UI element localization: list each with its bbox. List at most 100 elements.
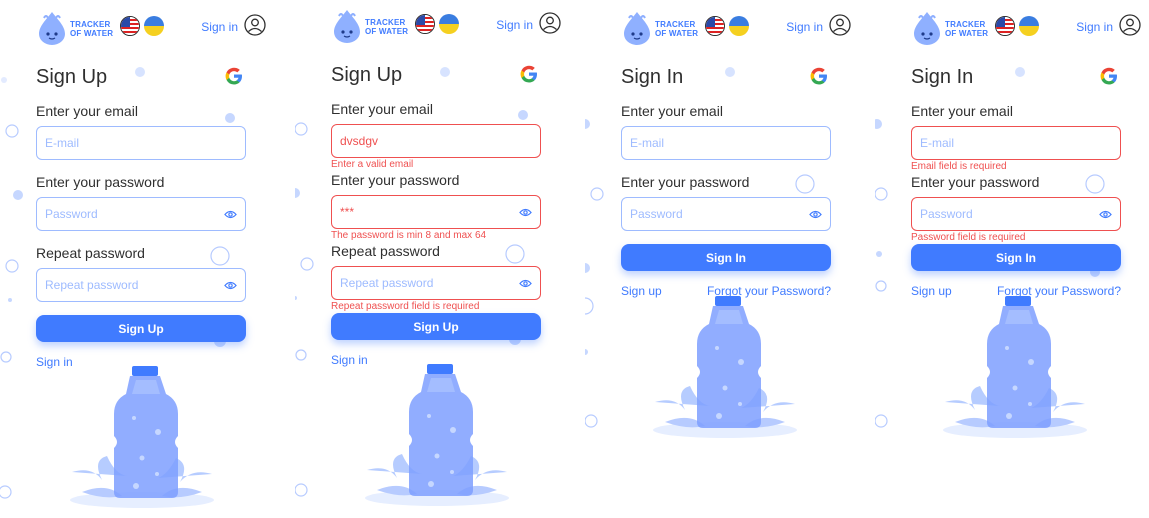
water-bottle-illustration xyxy=(653,296,797,438)
logo-line-2: OF WATER xyxy=(70,29,114,38)
password-placeholder: Password xyxy=(920,207,973,221)
logo-line-2: OF WATER xyxy=(365,27,409,36)
password-field[interactable]: Password xyxy=(911,197,1121,231)
logo-line-2: OF WATER xyxy=(655,29,699,38)
password-placeholder: Password xyxy=(45,207,98,221)
logo-line-1: TRACKER xyxy=(945,20,986,29)
google-icon[interactable] xyxy=(809,66,829,86)
password-error: Password field is required xyxy=(911,232,1026,243)
email-field[interactable]: E-mail xyxy=(36,126,246,160)
header: TRACKER OF WATER Sign in xyxy=(36,10,266,46)
password-label: Enter your password xyxy=(331,172,460,188)
email-field[interactable]: dvsdgv xyxy=(331,124,541,158)
signup-form: Sign Up Enter your email E-mail Enter yo… xyxy=(36,66,246,386)
user-icon[interactable] xyxy=(829,14,851,36)
water-bottle-illustration xyxy=(943,296,1087,438)
password-label: Enter your password xyxy=(911,174,1040,190)
user-icon[interactable] xyxy=(244,14,266,36)
us-flag-icon[interactable] xyxy=(415,14,435,34)
password-field[interactable]: *** xyxy=(331,195,541,229)
eye-icon[interactable] xyxy=(519,207,532,218)
repeat-password-error: Repeat password field is required xyxy=(331,301,480,312)
logo-text: TRACKER OF WATER xyxy=(655,20,698,38)
signup-error-panel: TRACKER OF WATER Sign in Sign Up Enter y… xyxy=(295,0,585,518)
us-flag-icon[interactable] xyxy=(120,16,140,36)
signin-form: Sign In Enter your email E-mail Email fi… xyxy=(911,66,1121,306)
repeat-password-label: Repeat password xyxy=(36,245,145,261)
signin-form: Sign In Enter your email E-mail Enter yo… xyxy=(621,66,831,306)
us-flag-icon[interactable] xyxy=(705,16,725,36)
eye-icon[interactable] xyxy=(1099,209,1112,220)
password-field[interactable]: Password xyxy=(621,197,831,231)
eye-icon[interactable] xyxy=(224,209,237,220)
header-signin-link[interactable]: Sign in xyxy=(1076,20,1113,34)
header: TRACKER OF WATER Sign in xyxy=(911,10,1141,46)
water-drop-logo-icon[interactable] xyxy=(621,10,653,46)
logo-text: TRACKER OF WATER xyxy=(945,20,988,38)
email-label: Enter your email xyxy=(911,103,1013,119)
email-error: Email field is required xyxy=(911,161,1007,172)
page-title: Sign Up xyxy=(331,64,403,86)
signup-panel: TRACKER OF WATER Sign in Sign Up Enter y… xyxy=(0,0,290,518)
user-icon[interactable] xyxy=(1119,14,1141,36)
signin-button[interactable]: Sign In xyxy=(911,244,1121,271)
user-icon[interactable] xyxy=(539,12,561,34)
header: TRACKER OF WATER Sign in xyxy=(621,10,851,46)
email-label: Enter your email xyxy=(36,103,138,119)
signup-button[interactable]: Sign Up xyxy=(331,313,541,340)
us-flag-icon[interactable] xyxy=(995,16,1015,36)
logo-text: TRACKER OF WATER xyxy=(365,18,408,36)
ua-flag-icon[interactable] xyxy=(1019,16,1039,36)
water-drop-logo-icon[interactable] xyxy=(36,10,68,46)
email-placeholder: E-mail xyxy=(920,136,955,150)
password-label: Enter your password xyxy=(36,174,165,190)
ua-flag-icon[interactable] xyxy=(439,14,459,34)
page-title: Sign In xyxy=(911,66,974,88)
repeat-password-placeholder: Repeat password xyxy=(45,278,139,292)
header: TRACKER OF WATER Sign in xyxy=(331,8,561,44)
water-drop-logo-icon[interactable] xyxy=(911,10,943,46)
logo-line-1: TRACKER xyxy=(655,20,696,29)
logo-text: TRACKER OF WATER xyxy=(70,20,113,38)
password-field[interactable]: Password xyxy=(36,197,246,231)
email-placeholder: E-mail xyxy=(630,136,665,150)
google-icon[interactable] xyxy=(519,64,539,84)
password-placeholder: Password xyxy=(630,207,683,221)
header-signin-link[interactable]: Sign in xyxy=(496,18,533,32)
repeat-password-field[interactable]: Repeat password xyxy=(331,266,541,300)
water-bottle-illustration xyxy=(365,364,509,506)
water-bottle-illustration xyxy=(70,366,214,508)
google-icon[interactable] xyxy=(1099,66,1119,86)
eye-icon[interactable] xyxy=(224,280,237,291)
signin-panel: TRACKER OF WATER Sign in Sign In Enter y… xyxy=(585,0,875,518)
password-label: Enter your password xyxy=(621,174,750,190)
signup-button[interactable]: Sign Up xyxy=(36,315,246,342)
page-title: Sign In xyxy=(621,66,684,88)
email-error: Enter a valid email xyxy=(331,159,414,170)
page-title: Sign Up xyxy=(36,66,108,88)
header-signin-link[interactable]: Sign in xyxy=(786,20,823,34)
email-field[interactable]: E-mail xyxy=(621,126,831,160)
password-error: The password is min 8 and max 64 xyxy=(331,230,487,241)
email-value: dvsdgv xyxy=(340,134,379,148)
password-value: *** xyxy=(340,205,355,219)
repeat-password-placeholder: Repeat password xyxy=(340,276,434,290)
email-label: Enter your email xyxy=(331,101,433,117)
signin-error-panel: TRACKER OF WATER Sign in Sign In Enter y… xyxy=(875,0,1149,518)
signup-form: Sign Up Enter your email dvsdgv Enter a … xyxy=(331,64,541,384)
eye-icon[interactable] xyxy=(519,278,532,289)
google-icon[interactable] xyxy=(224,66,244,86)
eye-icon[interactable] xyxy=(809,209,822,220)
signin-button[interactable]: Sign In xyxy=(621,244,831,271)
logo-line-1: TRACKER xyxy=(70,20,111,29)
logo-line-1: TRACKER xyxy=(365,18,406,27)
repeat-password-field[interactable]: Repeat password xyxy=(36,268,246,302)
water-drop-logo-icon[interactable] xyxy=(331,8,363,44)
repeat-password-label: Repeat password xyxy=(331,243,440,259)
header-signin-link[interactable]: Sign in xyxy=(201,20,238,34)
ua-flag-icon[interactable] xyxy=(144,16,164,36)
email-field[interactable]: E-mail xyxy=(911,126,1121,160)
logo-line-2: OF WATER xyxy=(945,29,989,38)
ua-flag-icon[interactable] xyxy=(729,16,749,36)
email-placeholder: E-mail xyxy=(45,136,80,150)
